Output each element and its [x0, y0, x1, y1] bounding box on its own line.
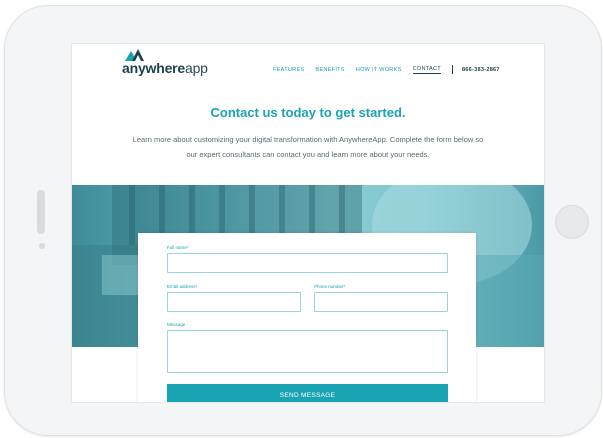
message-label: Message	[167, 322, 186, 327]
nav-phone[interactable]: 866-383-2867	[462, 67, 500, 73]
phone-input[interactable]	[314, 292, 448, 312]
full-name-input[interactable]	[167, 253, 448, 273]
send-message-button[interactable]: SEND MESSAGE	[167, 384, 448, 402]
tablet-side-dot	[39, 243, 45, 249]
nav-divider	[451, 65, 453, 74]
tablet-home-button[interactable]	[555, 205, 589, 239]
full-name-label: Full name*	[167, 245, 189, 250]
logo-text: anywhereapp	[122, 60, 208, 76]
contact-form: Full name* Email address* Phone number* …	[138, 233, 476, 402]
nav-features[interactable]: FEATURES	[273, 67, 304, 73]
screen: anywhereapp FEATURES BENEFITS HOW IT WOR…	[71, 43, 545, 403]
email-label: Email address*	[167, 284, 198, 289]
nav-how-it-works[interactable]: HOW IT WORKS	[356, 67, 402, 73]
nav-contact[interactable]: CONTACT	[412, 66, 441, 74]
page-title: Contact us today to get started.	[210, 105, 406, 120]
tablet-side-slot	[37, 190, 45, 234]
nav-benefits[interactable]: BENEFITS	[315, 67, 344, 73]
message-textarea[interactable]	[167, 330, 448, 373]
email-input[interactable]	[167, 292, 301, 312]
intro-text: Learn more about customizing your digita…	[132, 135, 484, 159]
logo[interactable]: anywhereapp	[122, 49, 212, 81]
phone-label: Phone number*	[314, 284, 346, 289]
main-nav: FEATURES BENEFITS HOW IT WORKS CONTACT 8…	[273, 65, 500, 74]
